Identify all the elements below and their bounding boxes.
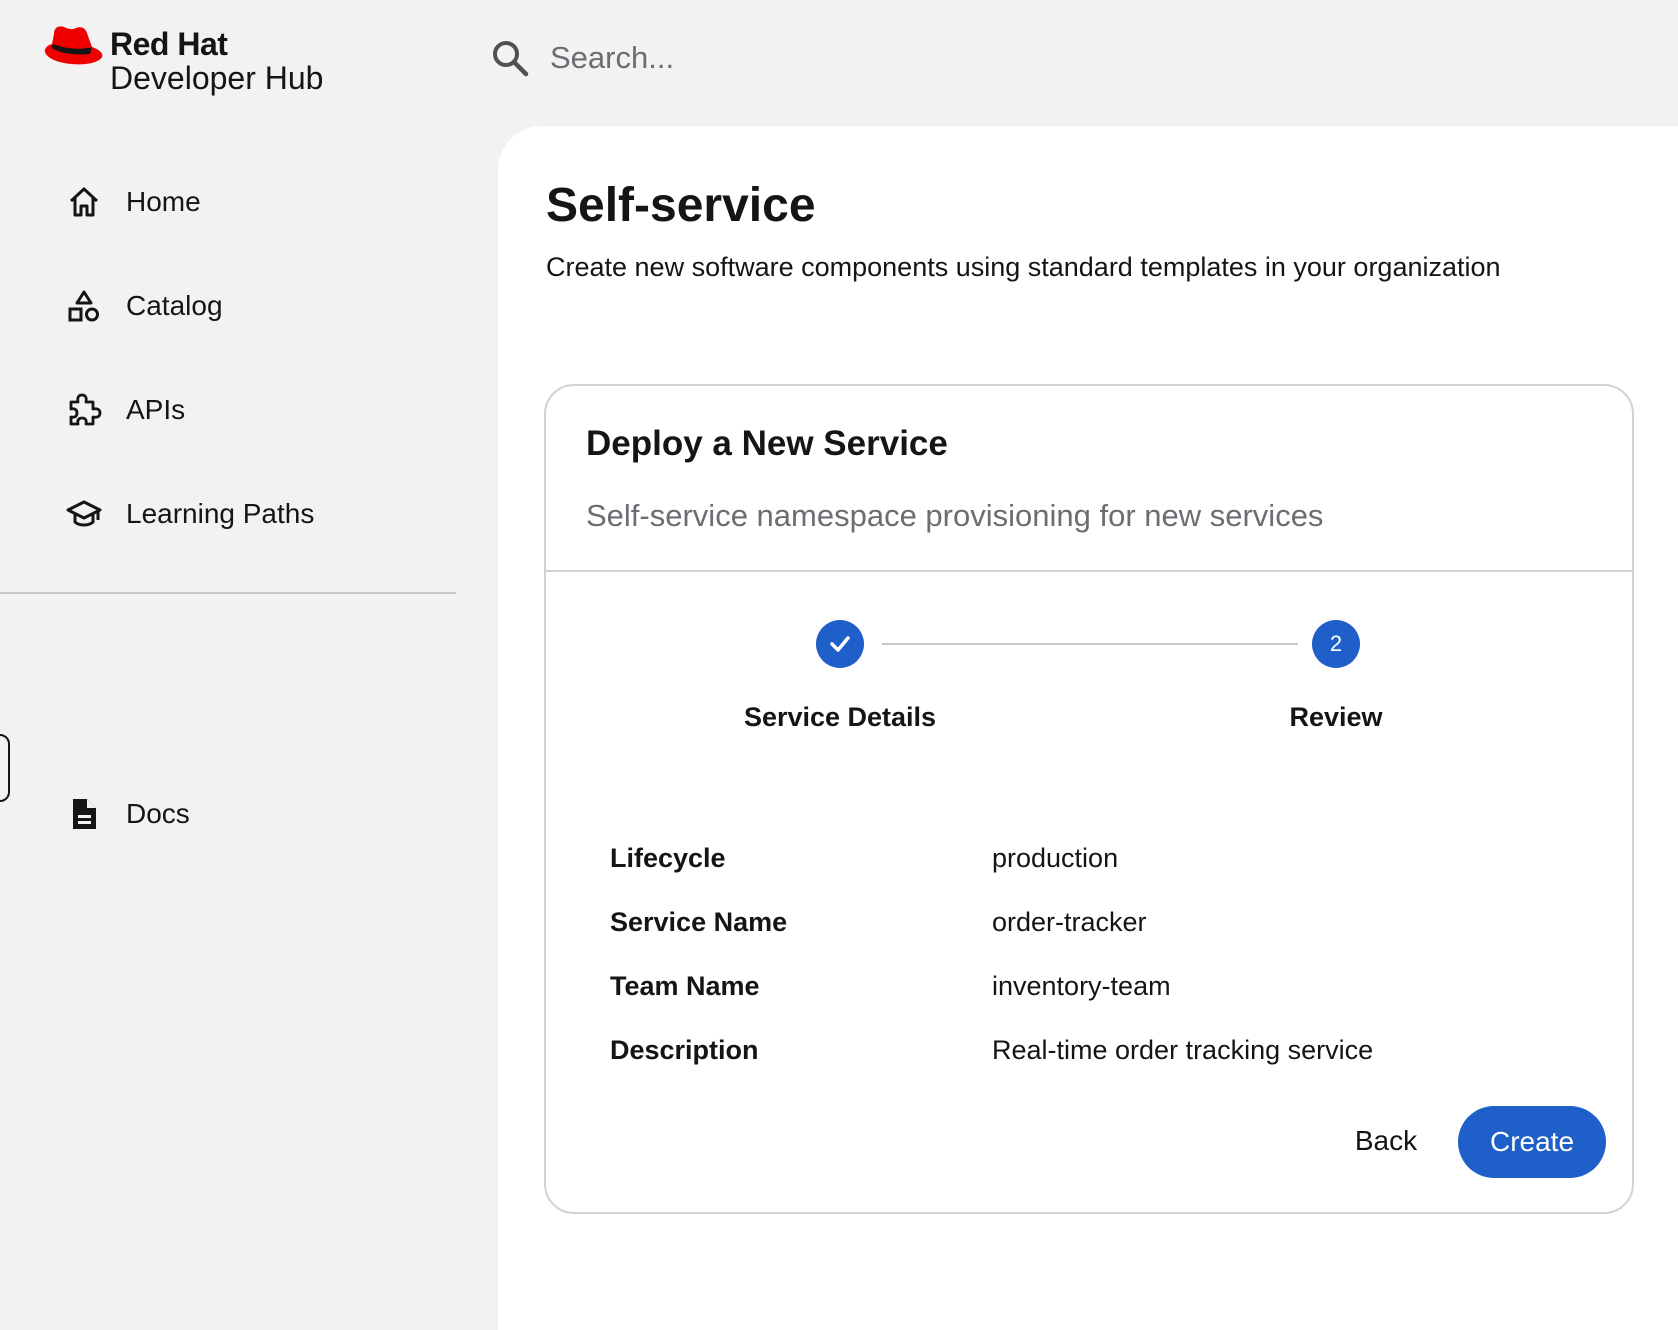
step-label-service-details: Service Details: [743, 702, 937, 732]
create-button[interactable]: Create: [1458, 1106, 1606, 1178]
sidebar-item-label: Docs: [126, 798, 190, 829]
sidebar-item-label: Catalog: [126, 290, 223, 321]
brand-logo[interactable]: Red Hat Developer Hub: [42, 22, 323, 94]
template-card: Deploy a New Service Self-service namesp…: [544, 384, 1634, 1214]
review-key: Service Name: [610, 906, 788, 937]
page-title: Self-service: [546, 179, 816, 232]
review-table: Lifecycle production Service Name order-…: [610, 826, 1570, 1082]
card-subtitle: Self-service namespace provisioning for …: [586, 498, 1324, 533]
sidebar-collapse-handle[interactable]: [0, 734, 10, 802]
app-root: Red Hat Developer Hub Home Catalog: [0, 0, 1678, 1330]
global-search[interactable]: [490, 38, 1150, 78]
card-title: Deploy a New Service: [586, 424, 948, 463]
review-row: Description Real-time order tracking ser…: [610, 1018, 1570, 1082]
document-icon: [73, 799, 96, 829]
step-completed-indicator: [816, 620, 864, 668]
review-row: Team Name inventory-team: [610, 954, 1570, 1018]
sidebar-item-docs[interactable]: Docs: [0, 762, 456, 866]
brand-name: Red Hat: [110, 26, 228, 62]
check-icon: [830, 636, 850, 652]
review-row: Service Name order-tracker: [610, 890, 1570, 954]
sidebar-item-apis[interactable]: APIs: [0, 358, 456, 462]
sidebar-nav: Home Catalog APIs Learning Paths Docs: [0, 150, 456, 829]
sidebar-item-learning-paths[interactable]: Learning Paths: [0, 462, 456, 566]
review-value: production: [992, 842, 1119, 873]
red-hat-fedora-icon: [44, 26, 103, 65]
sidebar-item-label: APIs: [126, 394, 186, 425]
card-divider: [546, 570, 1632, 572]
review-key: Team Name: [610, 970, 760, 1001]
review-value: inventory-team: [992, 970, 1171, 1001]
sidebar-item-label: Learning Paths: [126, 498, 315, 529]
search-icon: [493, 41, 529, 77]
sidebar-item-home[interactable]: Home: [0, 150, 456, 254]
catalog-shapes-icon: [68, 290, 99, 322]
puzzle-icon: [69, 393, 102, 426]
step-label-review: Review: [1289, 702, 1383, 732]
stepper-connector: [882, 643, 1298, 645]
review-key: Description: [610, 1034, 759, 1065]
back-button[interactable]: Back: [1326, 1106, 1446, 1176]
review-row: Lifecycle production: [610, 826, 1570, 890]
step-active-indicator: 2: [1312, 620, 1360, 668]
sidebar-item-catalog[interactable]: Catalog: [0, 254, 456, 358]
product-name: Developer Hub: [110, 60, 324, 96]
review-key: Lifecycle: [610, 842, 726, 873]
sidebar-divider: [0, 592, 456, 594]
review-value: order-tracker: [992, 906, 1147, 937]
page-subtitle: Create new software components using sta…: [546, 252, 1501, 282]
graduation-cap-icon: [66, 500, 102, 527]
main-content: Self-service Create new software compone…: [498, 126, 1678, 1330]
search-input[interactable]: [550, 40, 1150, 76]
review-value: Real-time order tracking service: [992, 1034, 1374, 1065]
home-icon: [69, 187, 99, 217]
sidebar-item-label: Home: [126, 186, 201, 217]
